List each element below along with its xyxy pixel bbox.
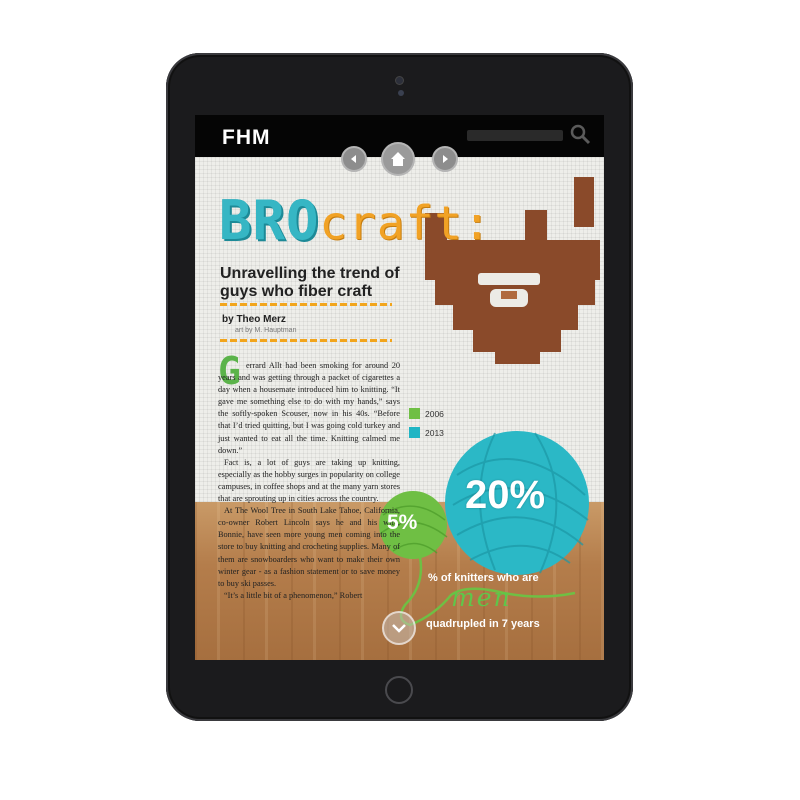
front-camera: [396, 77, 403, 84]
next-page-button[interactable]: [432, 146, 458, 172]
camera-sensor: [398, 90, 404, 96]
screen: FHM BROcraft: Unravelling the trend of g…: [195, 115, 604, 660]
stitch-divider: [220, 303, 392, 306]
device-home-button[interactable]: [385, 676, 413, 704]
legend-item: 2013: [409, 427, 444, 438]
legend-item: 2006: [409, 408, 444, 419]
legend-label: 2006: [425, 408, 444, 419]
stat-2013: 20%: [465, 473, 546, 517]
legend-swatch: [409, 427, 420, 438]
paragraph: errard Allt had been smoking for around …: [218, 361, 400, 455]
home-icon: [391, 152, 405, 166]
paragraph: Fact is, a lot of guys are taking up kni…: [218, 457, 400, 504]
stitch-divider: [220, 339, 392, 342]
legend-swatch: [409, 408, 420, 419]
article-title: BROcraft:: [219, 189, 492, 252]
chevron-down-icon: [392, 624, 406, 633]
byline: by Theo Merz: [222, 314, 286, 325]
stat-caption: quadrupled in 7 years: [426, 618, 540, 630]
chevron-right-icon: [443, 155, 448, 163]
legend-label: 2013: [425, 427, 444, 438]
paragraph: At The Wool Tree in South Lake Tahoe, Ca…: [218, 506, 400, 588]
chart-legend: 2006 2013: [409, 408, 444, 446]
paragraph: “It’s a little bit of a phenomenon,” Rob…: [224, 590, 363, 600]
title-bro: BRO: [219, 189, 320, 252]
home-button[interactable]: [381, 142, 415, 176]
search-input[interactable]: [467, 130, 563, 141]
title-craft: craft:: [319, 196, 492, 250]
fhm-logo[interactable]: FHM: [222, 126, 271, 150]
prev-page-button[interactable]: [341, 146, 367, 172]
scroll-down-button[interactable]: [382, 611, 416, 645]
article-body: errard Allt had been smoking for around …: [218, 360, 400, 602]
article-subtitle: Unravelling the trend of guys who fiber …: [220, 265, 400, 300]
stat-caption-yarn-word: men: [451, 583, 512, 612]
search-icon[interactable]: [569, 123, 591, 145]
stat-2006: 5%: [387, 511, 418, 534]
art-credit: art by M. Hauptman: [235, 327, 297, 334]
chevron-left-icon: [351, 155, 356, 163]
